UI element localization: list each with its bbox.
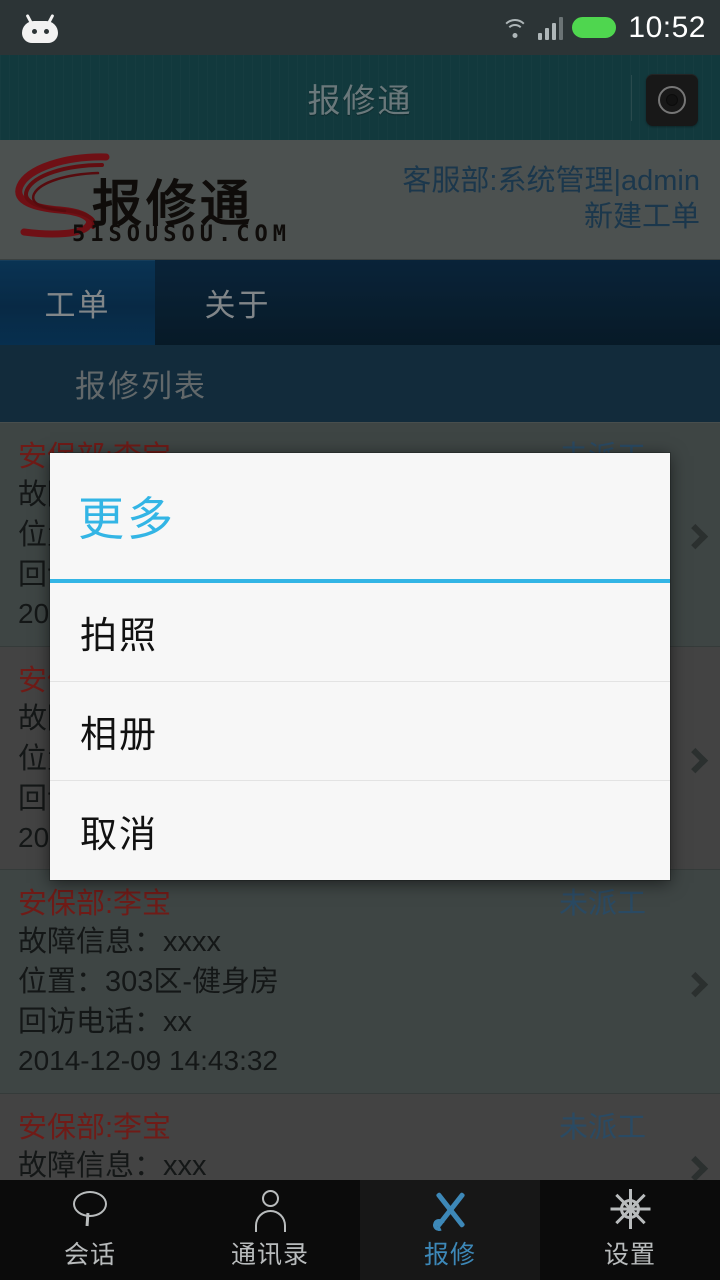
status-clock: 10:52: [628, 10, 706, 44]
dialog-option-cancel-label: 取消: [80, 813, 158, 855]
dialog-title: 更多: [78, 493, 176, 545]
more-options-dialog: 更多 拍照 相册 取消: [50, 453, 670, 880]
status-bar: 10:52: [0, 0, 720, 55]
chat-bubble-icon: [69, 1189, 111, 1229]
nav-item-repair[interactable]: 报修: [360, 1180, 540, 1280]
status-indicators: 10:52: [501, 11, 706, 45]
nav-item-contacts-label: 通讯录: [230, 1241, 309, 1269]
nav-item-chat[interactable]: 会话: [0, 1180, 180, 1280]
signal-bars-icon: [537, 16, 564, 40]
dialog-option-album-label: 相册: [80, 714, 158, 755]
gear-icon: [609, 1189, 651, 1229]
dialog-option-take-photo-label: 拍照: [80, 615, 158, 656]
contacts-person-icon: [249, 1189, 291, 1232]
android-head-icon: [18, 13, 62, 43]
dialog-option-take-photo[interactable]: 拍照: [50, 583, 670, 682]
nav-item-settings-label: 设置: [603, 1241, 656, 1269]
nav-item-settings[interactable]: 设置: [540, 1180, 720, 1280]
battery-full-icon: [572, 17, 617, 38]
wifi-icon: [501, 16, 529, 40]
nav-item-contacts[interactable]: 通讯录: [180, 1180, 360, 1280]
tools-wrench-icon: [429, 1189, 471, 1233]
dialog-option-album[interactable]: 相册: [50, 682, 670, 781]
dialog-title-bar: 更多: [50, 453, 670, 583]
nav-item-repair-label: 报修: [423, 1241, 476, 1269]
nav-item-chat-label: 会话: [63, 1241, 116, 1269]
dialog-option-cancel[interactable]: 取消: [50, 781, 670, 880]
bottom-navigation: 会话 通讯录 报修 设置: [0, 1180, 720, 1280]
